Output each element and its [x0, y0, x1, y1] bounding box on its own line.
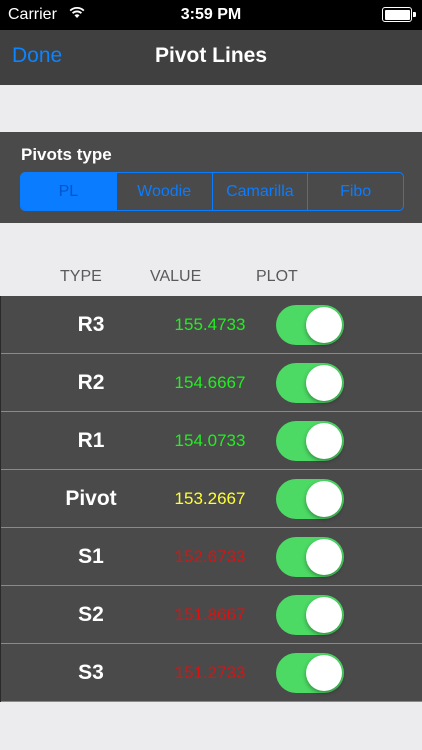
pivots-type-section: Pivots type PL Woodie Camarilla Fibo: [0, 132, 422, 223]
table-row: R3 155.4733: [0, 296, 422, 354]
segment-pl[interactable]: PL: [21, 173, 116, 210]
toggle-knob: [306, 365, 342, 401]
table-row: S3 151.2733: [0, 644, 422, 702]
plot-toggle[interactable]: [276, 305, 344, 345]
pivot-lines-table: R3 155.4733 R2 154.6667 R1 154.0733 Pivo…: [0, 296, 422, 702]
plot-toggle[interactable]: [276, 421, 344, 461]
table-row: R2 154.6667: [0, 354, 422, 412]
row-edge: [0, 296, 1, 354]
row-value: 154.0733: [174, 431, 246, 450]
toggle-knob: [306, 307, 342, 343]
battery-icon: [382, 7, 416, 22]
row-value: 153.2667: [174, 489, 246, 508]
row-edge: [0, 528, 1, 586]
table-row: S2 151.8667: [0, 586, 422, 644]
plot-toggle[interactable]: [276, 363, 344, 403]
row-edge: [0, 412, 1, 470]
row-type: R3: [77, 313, 105, 336]
table-row: R1 154.0733: [0, 412, 422, 470]
plot-toggle[interactable]: [276, 653, 344, 693]
row-edge: [0, 644, 1, 702]
row-edge: [0, 586, 1, 644]
row-value: 151.2733: [174, 663, 246, 682]
column-header-type: TYPE: [60, 268, 102, 285]
table-row: Pivot 153.2667: [0, 470, 422, 528]
table-row: S1 152.6733: [0, 528, 422, 586]
toggle-knob: [306, 539, 342, 575]
segment-woodie[interactable]: Woodie: [115, 173, 212, 210]
segment-camarilla[interactable]: Camarilla: [211, 173, 308, 210]
plot-toggle[interactable]: [276, 479, 344, 519]
column-header-value: VALUE: [150, 268, 202, 285]
row-value: 152.6733: [174, 547, 246, 566]
column-header-plot: PLOT: [256, 268, 298, 285]
row-value: 154.6667: [174, 373, 246, 392]
pivots-type-label: Pivots type: [21, 145, 112, 164]
row-type: S1: [78, 545, 104, 568]
row-value: 155.4733: [174, 315, 246, 334]
plot-toggle[interactable]: [276, 595, 344, 635]
row-type: S2: [78, 603, 104, 626]
row-edge: [0, 470, 1, 528]
row-type: Pivot: [65, 487, 117, 510]
row-type: R2: [77, 371, 105, 394]
toggle-knob: [306, 655, 342, 691]
nav-bar: Done Pivot Lines: [0, 30, 422, 85]
row-value: 151.8667: [174, 605, 246, 624]
clock: 3:59 PM: [180, 6, 242, 23]
plot-toggle[interactable]: [276, 537, 344, 577]
pivots-type-segmented-control: PL Woodie Camarilla Fibo: [20, 172, 404, 211]
page-title: Pivot Lines: [154, 44, 268, 67]
row-type: R1: [77, 429, 105, 452]
segment-fibo[interactable]: Fibo: [307, 173, 403, 210]
done-button[interactable]: Done: [12, 44, 62, 68]
row-edge: [0, 354, 1, 412]
row-type: S3: [78, 661, 104, 684]
toggle-knob: [306, 597, 342, 633]
status-bar: Carrier 3:59 PM: [0, 0, 422, 30]
toggle-knob: [306, 423, 342, 459]
toggle-knob: [306, 481, 342, 517]
